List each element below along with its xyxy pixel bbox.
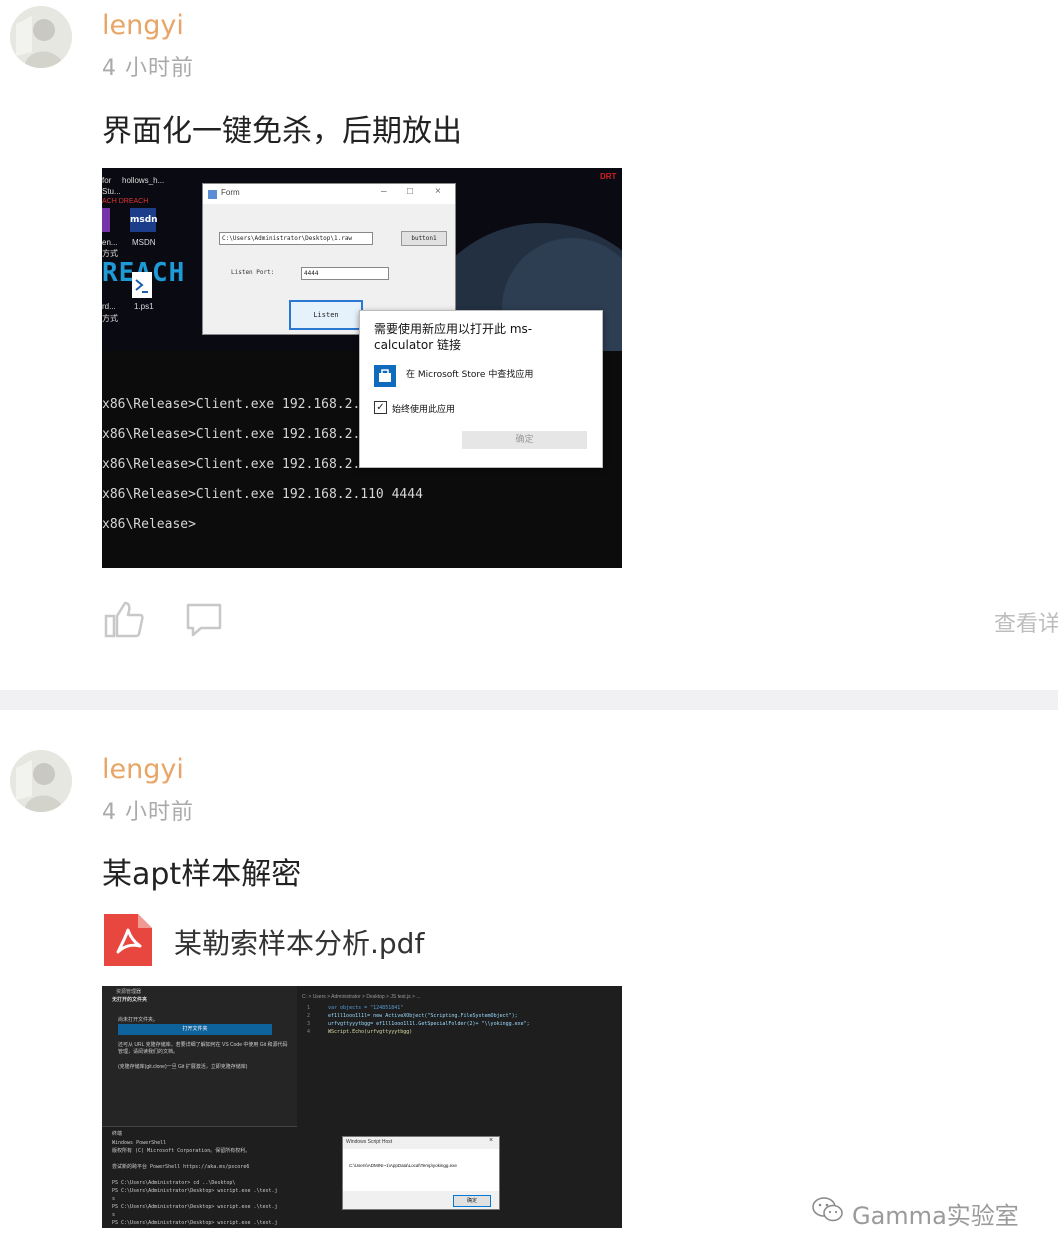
desktop-label: 方式 <box>102 314 118 323</box>
wechat-icon <box>812 1196 844 1224</box>
explorer-section[interactable]: 无打开的文件夹 <box>112 996 147 1003</box>
terminal-line: x86\Release>Client.exe 192.168.2.1 <box>102 397 369 412</box>
terminal-line: PS C:\Users\Administrator\Desktop> wscri… <box>112 1204 278 1210</box>
close-icon[interactable]: × <box>435 186 441 197</box>
checkbox-label: 始终使用此应用 <box>392 405 456 415</box>
code-line: urfvgttyyytbgg= ef1ll1ooo1l1l.GetSpecial… <box>328 1021 530 1027</box>
terminal-line: 尝试新的跨平台 PowerShell https://aka.ms/pscore… <box>112 1164 250 1170</box>
terminal-line: x86\Release> <box>102 517 196 532</box>
dialog-title: Windows Script Host <box>346 1139 393 1145</box>
post-text: 界面化一键免杀，后期放出 <box>102 114 462 149</box>
desktop-label: 1.ps1 <box>134 302 154 311</box>
desktop-label: Stu... <box>102 187 121 196</box>
line-numbers: 1234 <box>307 1005 311 1035</box>
avatar[interactable] <box>10 750 72 812</box>
username[interactable]: lengyi <box>102 754 184 785</box>
app-icon <box>208 190 217 199</box>
terminal-line: s <box>112 1212 116 1218</box>
terminal-line: PS C:\Users\Administrator> cd ..\Desktop… <box>112 1180 236 1186</box>
script-host-dialog[interactable]: Windows Script Host × C:\Users\ADMINI~1\… <box>342 1136 500 1210</box>
listen-button[interactable]: Listen <box>289 300 363 330</box>
post-image[interactable]: 资源管理器 无打开的文件夹 尚未打开文件夹。 打开文件夹 还可从 URL 克隆存… <box>102 986 622 1228</box>
watermark-text: Gamma实验室 <box>852 1202 1019 1230</box>
breadcrumb[interactable]: C: > Users > Administrator > Desktop > J… <box>302 994 421 1000</box>
dialog-title: 需要使用新应用以打开此 ms-calculator 链接 <box>374 322 533 352</box>
dialog-body <box>343 1149 499 1191</box>
button1[interactable]: button1 <box>401 231 447 246</box>
explorer-note: (克隆存储库(git.clone)一旦 Git 扩展激活，立即克隆存储库) <box>118 1064 248 1070</box>
terminal-line: s <box>112 1196 116 1202</box>
terminal-line: x86\Release>Client.exe 192.168.2.1 <box>102 427 369 442</box>
desktop-label: en... <box>102 238 118 247</box>
explorer-note: 还可从 URL 克隆存储库。若要详细了解如何在 VS Code 中使用 Git … <box>118 1042 288 1055</box>
pdf-icon[interactable] <box>104 914 152 966</box>
ok-button[interactable]: 确定 <box>462 431 587 449</box>
terminal-line: 版权所有 (C) Microsoft Corporation。保留所有权利。 <box>112 1148 251 1154</box>
attachment-name[interactable]: 某勒索样本分析.pdf <box>174 922 424 962</box>
path-input[interactable]: C:\Users\Administrator\Desktop\1.raw <box>219 232 373 245</box>
post-time: 4 小时前 <box>102 800 194 825</box>
store-option[interactable]: 在 Microsoft Store 中查找应用 <box>406 367 533 380</box>
desktop-label: MSDN <box>132 238 156 247</box>
open-with-dialog[interactable]: 需要使用新应用以打开此 ms-calculator 链接 在 Microsoft… <box>359 310 603 468</box>
post-time: 4 小时前 <box>102 56 194 81</box>
view-detail-link[interactable]: 查看详 <box>994 606 1058 638</box>
dialog-message: C:\Users\ADMINI~1\AppData\Local\Temp\yok… <box>349 1163 457 1168</box>
comment-icon[interactable] <box>185 602 223 638</box>
terminal-header[interactable]: 终端 <box>112 1130 122 1137</box>
maximize-icon[interactable]: □ <box>407 186 413 197</box>
msdn-icon: msdn <box>130 208 158 232</box>
like-icon[interactable] <box>104 600 144 638</box>
post-divider <box>0 690 1058 710</box>
code-line: var objects = "124851841" <box>328 1005 404 1011</box>
window-title: Form <box>221 188 240 197</box>
no-folder-text: 尚未打开文件夹。 <box>118 1017 159 1023</box>
terminal-line: PS C:\Users\Administrator\Desktop> wscri… <box>112 1188 278 1194</box>
script-file-icon <box>132 272 152 298</box>
username[interactable]: lengyi <box>102 10 184 41</box>
terminal-line: x86\Release>Client.exe 192.168.2.110 444… <box>102 487 423 502</box>
code-line: WScript.Echo(urfvgttyyytbgg) <box>328 1029 413 1035</box>
desktop-label: ACH DREACH <box>102 198 149 205</box>
avatar[interactable] <box>10 6 72 68</box>
post-image[interactable]: for hollows_h... Stu... ACH DREACH msdn … <box>102 168 622 568</box>
post-text: 某apt样本解密 <box>102 857 302 892</box>
close-icon[interactable]: × <box>489 1137 493 1144</box>
open-folder-button[interactable]: 打开文件夹 <box>118 1024 272 1035</box>
desktop-label: for <box>102 176 112 185</box>
always-use-checkbox[interactable]: ✓ <box>374 401 387 414</box>
port-input[interactable]: 4444 <box>301 267 389 280</box>
code-line: ef1ll1ooo1l1l= new ActiveXObject("Script… <box>328 1013 518 1019</box>
explorer-header: 资源管理器 <box>116 989 142 995</box>
desktop-label: rd... <box>102 302 116 311</box>
terminal-line: Windows PowerShell <box>112 1140 167 1146</box>
desktop-label: hollows_h... <box>122 176 165 185</box>
listen-port-label: Listen Port: <box>231 269 275 276</box>
title-bar[interactable]: Form – □ × <box>203 184 455 204</box>
store-icon[interactable] <box>374 365 396 387</box>
app-icon <box>102 208 110 232</box>
ok-button[interactable]: 确定 <box>453 1195 491 1207</box>
minimize-icon[interactable]: – <box>381 186 387 197</box>
corner-label: DRT <box>600 172 617 181</box>
terminal-line: PS C:\Users\Administrator\Desktop> wscri… <box>112 1220 278 1226</box>
